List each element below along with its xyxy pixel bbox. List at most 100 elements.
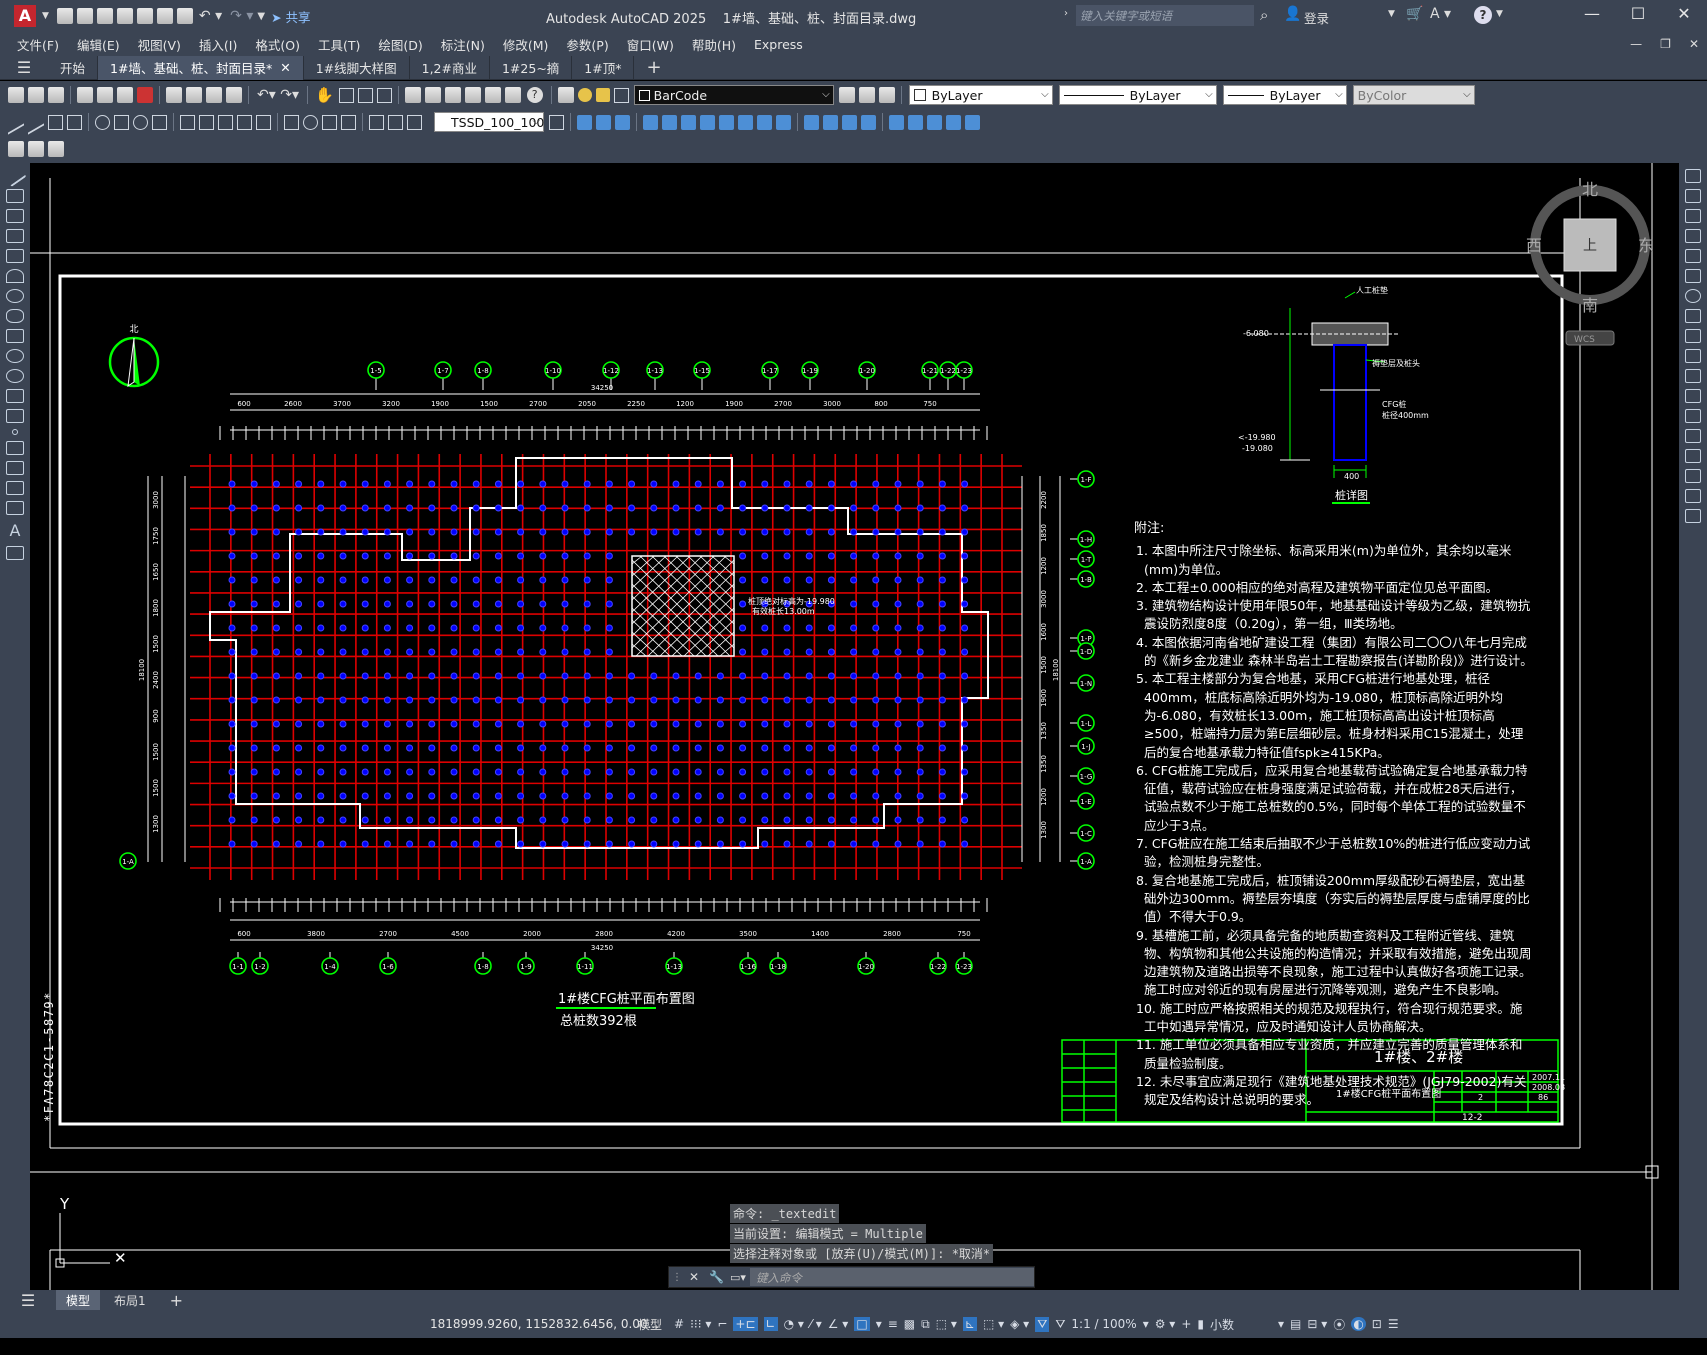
annotation-scale-icon[interactable]: ⛛: [1055, 1317, 1065, 1332]
layer-previous-icon[interactable]: [858, 87, 875, 103]
array-tool-icon[interactable]: [1685, 249, 1701, 263]
insert-block-tool-icon[interactable]: [6, 389, 24, 403]
tool-f-icon[interactable]: [681, 114, 696, 130]
mtext-tool-icon[interactable]: A: [0, 521, 30, 540]
osnap-icon[interactable]: □: [854, 1317, 870, 1331]
menu-parametric[interactable]: 参数(P): [557, 35, 617, 54]
tool-e-icon[interactable]: [662, 114, 677, 130]
extra-tool-1-icon[interactable]: [8, 141, 24, 157]
web-save-icon[interactable]: [156, 8, 173, 24]
spline-tool-icon[interactable]: [6, 329, 24, 343]
copy-tool-icon[interactable]: [1685, 189, 1701, 203]
dimstyle-dropdown[interactable]: TSSD_100_100 ⌵: [434, 112, 544, 132]
tab-file-2[interactable]: 1#线脚大样图: [304, 55, 410, 80]
offset-tool-icon[interactable]: [1685, 229, 1701, 243]
web-open-icon[interactable]: [136, 8, 153, 24]
lineweight-dropdown[interactable]: ByLayer ⌵: [1222, 85, 1347, 105]
clean-screen-icon[interactable]: ⊡: [1372, 1317, 1382, 1331]
coordinates-display[interactable]: 1818999.9260, 1152832.6456, 0.00...: [430, 1317, 659, 1331]
point-tool-icon[interactable]: [12, 429, 18, 435]
xline-tool-icon[interactable]: [6, 189, 24, 203]
make-current-icon[interactable]: [838, 87, 855, 103]
jogged-dim-icon[interactable]: [114, 114, 129, 130]
chevron-right-icon[interactable]: ›: [1064, 8, 1068, 19]
table-tool-icon[interactable]: [6, 501, 24, 515]
save-file-icon[interactable]: [48, 87, 64, 103]
search-icon[interactable]: ⌕: [1260, 6, 1268, 24]
lock-ui-icon[interactable]: ⊟ ▾: [1307, 1317, 1327, 1331]
layer-properties-icon[interactable]: [557, 87, 574, 103]
grip-icon[interactable]: ⋮: [672, 1272, 682, 1283]
cmd-prompt-icon[interactable]: ▭▾: [730, 1271, 746, 1284]
add-layout-icon[interactable]: +: [160, 1291, 193, 1310]
qnew-icon[interactable]: [8, 87, 24, 103]
tab-model[interactable]: 模型: [56, 1289, 101, 1311]
tool-h-icon[interactable]: [719, 114, 734, 130]
tool-l-icon[interactable]: [804, 114, 819, 130]
rectangle-tool-icon[interactable]: [6, 249, 24, 263]
annotation-scale[interactable]: 1:1 / 100%: [1071, 1317, 1136, 1331]
undo-tb-icon[interactable]: ↶▾ ↷▾: [257, 87, 299, 103]
chamfer-tool-icon[interactable]: [1685, 449, 1701, 463]
redo-icon[interactable]: ↷ ▾: [230, 8, 253, 24]
menu-help[interactable]: 帮助(H): [683, 35, 745, 54]
tool-g-icon[interactable]: [700, 114, 715, 130]
stretch-tool-icon[interactable]: [1685, 329, 1701, 343]
copy-icon[interactable]: [186, 87, 202, 103]
snap-icon[interactable]: ⁝⁝⁝ ▾: [690, 1317, 711, 1331]
tool-o-icon[interactable]: [861, 114, 876, 130]
jogged-linear-icon[interactable]: [341, 114, 356, 130]
customize-status-icon[interactable]: ☰: [1388, 1317, 1399, 1331]
dynamic-input-icon[interactable]: +⊏: [733, 1317, 758, 1331]
tool-i-icon[interactable]: [738, 114, 753, 130]
menu-dimension[interactable]: 标注(N): [432, 35, 494, 54]
tool-j-icon[interactable]: [757, 114, 772, 130]
pdf-icon[interactable]: [137, 87, 153, 103]
dimstyle-icon[interactable]: [549, 114, 564, 130]
plotstyle-dropdown[interactable]: ByColor ⌵: [1352, 85, 1475, 105]
tolerance-icon[interactable]: [284, 114, 299, 130]
menu-view[interactable]: 视图(V): [129, 35, 190, 54]
menu-window[interactable]: 窗口(W): [618, 35, 683, 54]
layer-freeze-icon[interactable]: [595, 88, 610, 102]
saveas-icon[interactable]: [116, 8, 133, 24]
tab-file-4[interactable]: 1#25~摘: [490, 55, 573, 80]
cart-icon[interactable]: 🛒: [1406, 6, 1423, 22]
doc-minimize-icon[interactable]: —: [1630, 37, 1642, 51]
menu-modify[interactable]: 修改(M): [494, 35, 558, 54]
ducs-icon[interactable]: ⊾: [962, 1317, 977, 1331]
menu-express[interactable]: Express: [745, 37, 812, 52]
dimedit-icon[interactable]: [369, 114, 384, 130]
share-button[interactable]: ➤ 共享: [271, 7, 310, 26]
layer-lock-icon[interactable]: [613, 87, 629, 103]
menu-file[interactable]: 文件(F): [8, 35, 68, 54]
ellipse-arc-tool-icon[interactable]: [6, 369, 24, 383]
new-tab-icon[interactable]: +: [634, 57, 673, 78]
matchprop-icon[interactable]: [226, 87, 242, 103]
move-tool-icon[interactable]: [1685, 269, 1701, 283]
cut-icon[interactable]: [166, 87, 182, 103]
tool-t-icon[interactable]: [965, 114, 980, 130]
menu-edit[interactable]: 编辑(E): [68, 35, 129, 54]
app-logo[interactable]: A: [14, 5, 36, 27]
color-dropdown[interactable]: ByLayer ⌵: [908, 85, 1053, 105]
close-cmd-icon[interactable]: ✕: [689, 1270, 699, 1284]
layer-dropdown[interactable]: BarCode ⌵: [633, 85, 834, 105]
plot-icon[interactable]: [77, 87, 93, 103]
paste-icon[interactable]: [206, 87, 222, 103]
tool-p-icon[interactable]: [889, 114, 904, 130]
customize-icon[interactable]: ▼: [257, 11, 265, 22]
zoom-previous-icon[interactable]: [376, 87, 392, 103]
region-tool-icon[interactable]: [6, 481, 24, 495]
revcloud-tool-icon[interactable]: [6, 309, 24, 323]
polygon-tool-icon[interactable]: [6, 229, 24, 243]
publish-icon[interactable]: [117, 87, 133, 103]
mirror-tool-icon[interactable]: [1685, 209, 1701, 223]
arc-length-icon[interactable]: [48, 114, 63, 130]
maximize-icon[interactable]: ☐: [1615, 4, 1661, 23]
dimtedit-icon[interactable]: [388, 114, 403, 130]
tool-c-icon[interactable]: [615, 114, 630, 130]
tool-d-icon[interactable]: [643, 114, 658, 130]
workspace-icon[interactable]: ⚙ ▾: [1155, 1317, 1176, 1331]
command-input[interactable]: 键入命令: [749, 1268, 1034, 1286]
